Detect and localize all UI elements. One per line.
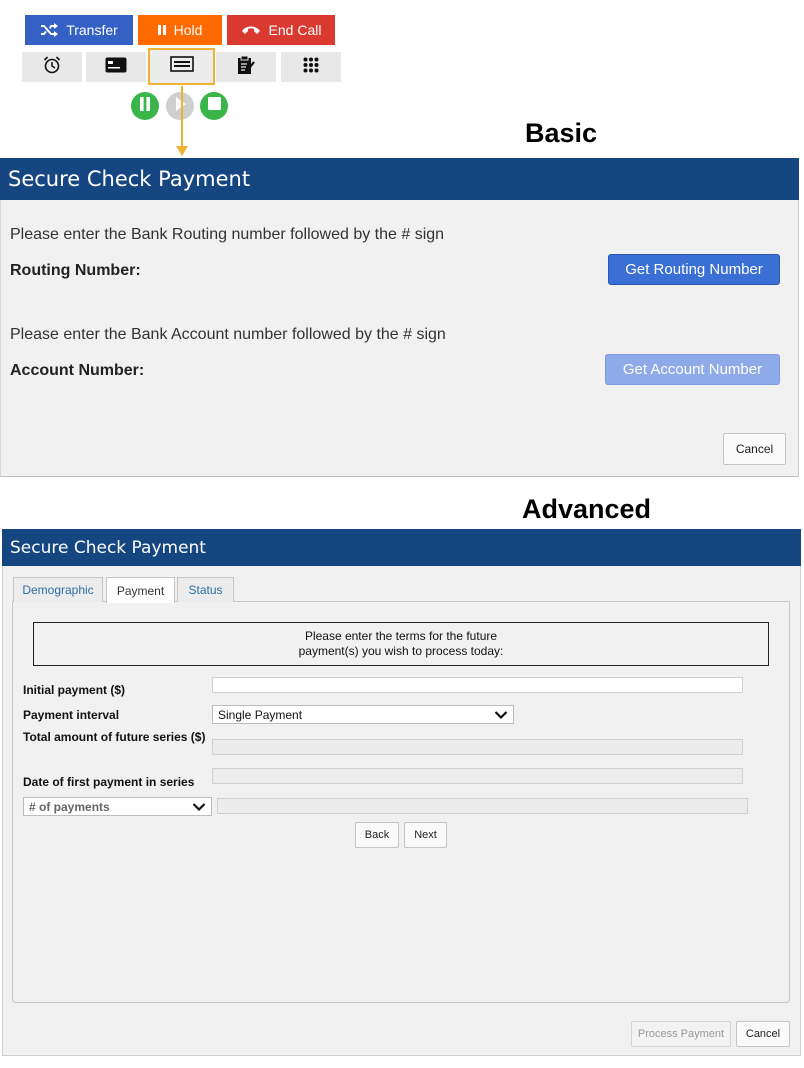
keypad-tool-button[interactable]	[281, 52, 341, 82]
basic-panel-header: Secure Check Payment	[0, 158, 799, 200]
alarm-tool-button[interactable]	[22, 52, 82, 82]
stop-icon	[207, 97, 221, 115]
keypad-icon	[303, 57, 319, 78]
next-button[interactable]: Next	[404, 822, 447, 848]
basic-caption: Basic	[525, 118, 598, 148]
advanced-caption: Advanced	[522, 494, 652, 524]
signature-tool-button[interactable]	[216, 52, 276, 82]
tab-status[interactable]: Status	[177, 577, 234, 602]
chevron-down-icon	[192, 801, 206, 815]
tab-demographic[interactable]: Demographic	[13, 577, 103, 602]
get-account-number-button[interactable]: Get Account Number	[605, 354, 780, 385]
num-payments-input[interactable]	[217, 798, 748, 814]
tab-payment[interactable]: Payment	[106, 577, 175, 603]
terms-message-line2: payment(s) you wish to process today:	[298, 644, 504, 658]
get-routing-number-button[interactable]: Get Routing Number	[608, 254, 780, 285]
end-call-button[interactable]: End Call	[227, 15, 335, 45]
payment-interval-select[interactable]: Single Payment	[212, 705, 514, 724]
transfer-button[interactable]: Transfer	[25, 15, 133, 45]
num-payments-select[interactable]: # of payments	[23, 797, 212, 816]
terms-message-line1: Please enter the terms for the future	[304, 629, 498, 643]
card-payment-tool-button[interactable]	[86, 52, 146, 82]
total-amount-input[interactable]	[212, 739, 743, 755]
first-payment-date-label: Date of first payment in series	[23, 775, 195, 789]
back-button[interactable]: Back	[355, 822, 399, 848]
advanced-cancel-button[interactable]: Cancel	[736, 1021, 790, 1047]
total-amount-label: Total amount of future series ($)	[23, 730, 206, 744]
process-payment-button[interactable]: Process Payment	[631, 1021, 731, 1047]
shuffle-icon	[40, 23, 59, 37]
account-instruction: Please enter the Bank Account number fol…	[10, 326, 446, 343]
initial-payment-label: Initial payment ($)	[23, 683, 126, 697]
terms-message-box: Please enter the terms for the future pa…	[33, 622, 769, 666]
hang-up-phone-icon	[241, 25, 261, 35]
routing-instruction: Please enter the Bank Routing number fol…	[10, 226, 445, 243]
num-payments-select-label: # of payments	[29, 799, 110, 814]
end-call-label: End Call	[268, 22, 322, 38]
payment-interval-label: Payment interval	[23, 708, 120, 722]
stop-recording-button[interactable]	[200, 92, 228, 120]
transfer-label: Transfer	[66, 22, 118, 38]
basic-panel-title: Secure Check Payment	[8, 167, 251, 191]
initial-payment-input[interactable]	[212, 677, 743, 693]
routing-number-label: Routing Number:	[10, 262, 141, 279]
check-payment-tool-button[interactable]	[148, 48, 215, 85]
payment-interval-value: Single Payment	[218, 707, 303, 722]
hold-button[interactable]: Hold	[138, 15, 222, 45]
credit-card-icon	[105, 57, 127, 78]
first-payment-date-input[interactable]	[212, 768, 743, 784]
advanced-panel-header: Secure Check Payment	[2, 529, 801, 566]
chevron-down-icon	[494, 709, 508, 723]
pause-icon	[139, 96, 151, 116]
pause-recording-button[interactable]	[131, 92, 159, 120]
check-payment-icon	[169, 56, 194, 77]
basic-cancel-button[interactable]: Cancel	[723, 433, 786, 465]
pause-small-icon	[157, 25, 166, 35]
hold-label: Hold	[173, 22, 203, 38]
clipboard-sign-icon	[237, 55, 255, 80]
alarm-clock-icon	[43, 55, 61, 79]
advanced-panel-title: Secure Check Payment	[10, 537, 206, 558]
account-number-label: Account Number:	[10, 362, 145, 379]
callout-arrow	[175, 86, 189, 163]
